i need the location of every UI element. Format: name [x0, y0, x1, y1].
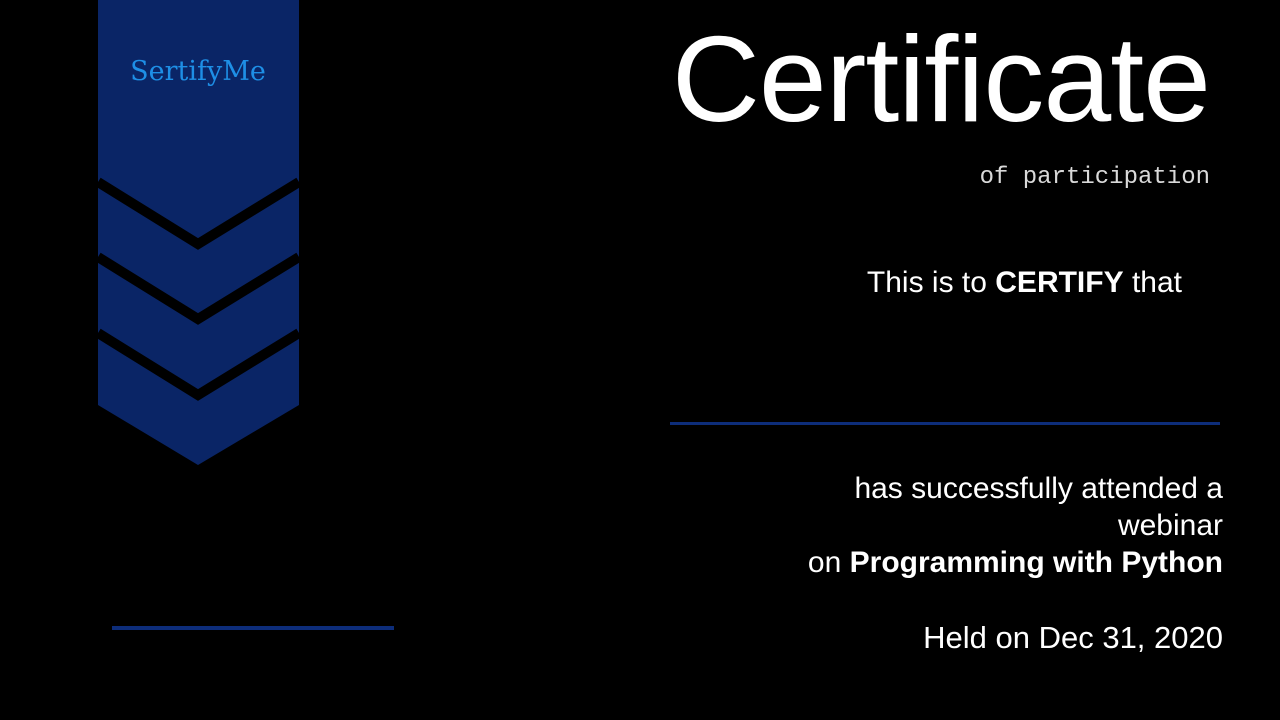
topic-line: on Programming with Python [743, 544, 1223, 581]
signature-line [112, 626, 394, 630]
topic-prefix: on [807, 546, 842, 579]
certificate-subtitle: of participation [979, 164, 1210, 191]
certify-prefix: This is to [866, 266, 987, 299]
certify-suffix: that [1131, 266, 1182, 299]
attended-text: has successfully attended a webinar [854, 472, 1223, 542]
certify-statement: This is to CERTIFY that [867, 266, 1182, 300]
topic-name: Programming with Python [849, 546, 1223, 579]
recipient-name-line [670, 422, 1220, 425]
held-date: Held on Dec 31, 2020 [923, 620, 1223, 655]
certify-emphasis: CERTIFY [995, 266, 1124, 299]
brand-logo: SertifyMe [130, 56, 266, 87]
attendance-statement: has successfully attended a webinar on Pr… [743, 470, 1223, 581]
certificate-title: Certificate [671, 11, 1211, 147]
